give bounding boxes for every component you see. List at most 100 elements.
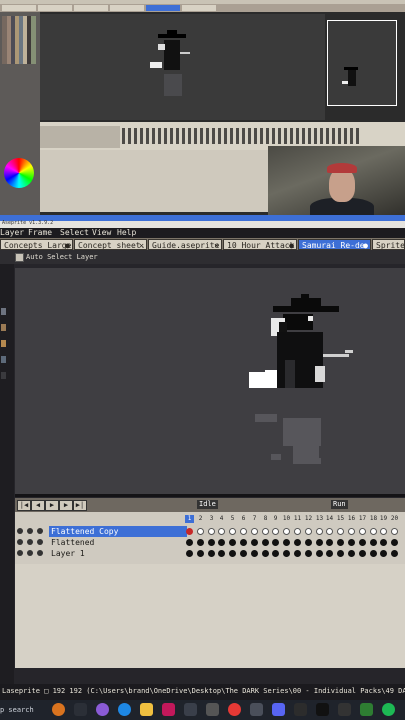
cel[interactable] <box>370 539 377 546</box>
cel[interactable] <box>251 539 258 546</box>
cel[interactable] <box>272 539 279 546</box>
cel[interactable] <box>240 539 247 546</box>
menu-view[interactable]: View <box>92 228 111 238</box>
cel[interactable] <box>294 550 301 557</box>
cel[interactable] <box>359 528 366 535</box>
cel[interactable] <box>186 528 193 535</box>
tab-modified-dot[interactable]: ● <box>65 240 70 249</box>
cel[interactable] <box>348 550 355 557</box>
lock-icon[interactable] <box>27 539 33 545</box>
cel[interactable] <box>326 539 333 546</box>
layer-name[interactable]: Layer 1 <box>49 548 187 559</box>
previous-frame-button[interactable]: ◀ <box>31 500 45 511</box>
frame-number-17[interactable]: 17 <box>358 515 367 523</box>
tiktok-icon[interactable] <box>316 703 329 716</box>
frame-number-19[interactable]: 19 <box>379 515 388 523</box>
tag-idle[interactable]: Idle <box>197 500 218 509</box>
cel[interactable] <box>251 550 258 557</box>
cel[interactable] <box>283 550 290 557</box>
app-icon[interactable] <box>162 703 175 716</box>
cel[interactable] <box>316 550 323 557</box>
cel[interactable] <box>272 550 279 557</box>
tab-modified-dot[interactable]: ● <box>363 240 368 249</box>
cel[interactable] <box>197 539 204 546</box>
folder-icon[interactable] <box>140 703 153 716</box>
tag-run[interactable]: Run <box>331 500 348 509</box>
frame-number-18[interactable]: 18 <box>369 515 378 523</box>
cel[interactable] <box>208 528 215 535</box>
cel[interactable] <box>391 528 398 535</box>
cel[interactable] <box>262 550 269 557</box>
eye-icon[interactable] <box>17 550 23 556</box>
cel[interactable] <box>251 528 258 535</box>
frame-number-3[interactable]: 3 <box>207 515 216 523</box>
cel[interactable] <box>218 528 225 535</box>
app-icon[interactable] <box>294 703 307 716</box>
frame-number-10[interactable]: 10 <box>282 515 291 523</box>
cel[interactable] <box>380 528 387 535</box>
tab-10-hour-attack[interactable]: 10 Hour Attack ● <box>223 239 297 250</box>
cel[interactable] <box>305 550 312 557</box>
cel[interactable] <box>348 528 355 535</box>
app-icon[interactable] <box>250 703 263 716</box>
cel[interactable] <box>316 539 323 546</box>
last-frame-button[interactable]: ▶| <box>73 500 87 511</box>
tab-modified-dot[interactable]: ● <box>289 240 294 249</box>
cel[interactable] <box>240 550 247 557</box>
app-icon[interactable] <box>338 703 351 716</box>
cel[interactable] <box>380 550 387 557</box>
frame-number-4[interactable]: 4 <box>217 515 226 523</box>
cel[interactable] <box>272 528 279 535</box>
menu-help[interactable]: Help <box>117 228 136 238</box>
frame-number-13[interactable]: 13 <box>315 515 324 523</box>
tab-sprite[interactable]: Sprite-0 <box>372 239 405 250</box>
play-button[interactable]: ▶ <box>45 500 59 511</box>
tab-guide[interactable]: Guide.aseprite ✕ <box>148 239 222 250</box>
link-icon[interactable] <box>37 550 43 556</box>
auto-select-layer-checkbox[interactable] <box>15 253 24 262</box>
cel[interactable] <box>326 550 333 557</box>
link-icon[interactable] <box>37 528 43 534</box>
sprite-canvas[interactable] <box>15 268 405 497</box>
edge-icon[interactable] <box>118 703 131 716</box>
spotify-icon[interactable] <box>382 703 395 716</box>
frame-number-16[interactable]: 16 <box>347 515 356 523</box>
frame-number-6[interactable]: 6 <box>239 515 248 523</box>
cel[interactable] <box>326 528 333 535</box>
link-icon[interactable] <box>37 539 43 545</box>
cel[interactable] <box>218 550 225 557</box>
cel[interactable] <box>208 539 215 546</box>
cel[interactable] <box>294 539 301 546</box>
cel[interactable] <box>283 528 290 535</box>
cel[interactable] <box>197 528 204 535</box>
tab-close-icon[interactable]: ✕ <box>139 240 144 249</box>
first-frame-button[interactable]: |◀ <box>17 500 31 511</box>
cel[interactable] <box>359 550 366 557</box>
discord-icon[interactable] <box>272 703 285 716</box>
cel[interactable] <box>262 528 269 535</box>
tab-samurai-re-design[interactable]: Samurai Re-de ● <box>298 239 371 250</box>
cel[interactable] <box>229 539 236 546</box>
app-icon[interactable] <box>360 703 373 716</box>
app-icon[interactable] <box>206 703 219 716</box>
tab-concept-sheet[interactable]: Concept sheet. ✕ <box>74 239 147 250</box>
frame-number-7[interactable]: 7 <box>250 515 259 523</box>
timeline-empty-area[interactable] <box>15 564 405 668</box>
menu-frame[interactable]: Frame <box>28 228 52 238</box>
copilot-icon[interactable] <box>96 703 109 716</box>
frame-number-15[interactable]: 15 <box>336 515 345 523</box>
cel[interactable] <box>197 550 204 557</box>
frame-number-20[interactable]: 20 <box>390 515 399 523</box>
cel[interactable] <box>391 550 398 557</box>
frame-number-9[interactable]: 9 <box>271 515 280 523</box>
palette-swatch[interactable] <box>1 340 6 347</box>
cel[interactable] <box>186 550 193 557</box>
palette-swatch[interactable] <box>1 372 6 379</box>
palette-swatch[interactable] <box>1 356 6 363</box>
app-icon[interactable] <box>184 703 197 716</box>
palette-swatch[interactable] <box>1 308 6 315</box>
frame-number-5[interactable]: 5 <box>228 515 237 523</box>
eye-icon[interactable] <box>17 539 23 545</box>
layer-name[interactable]: Flattened Copy <box>49 526 187 537</box>
cel[interactable] <box>380 539 387 546</box>
